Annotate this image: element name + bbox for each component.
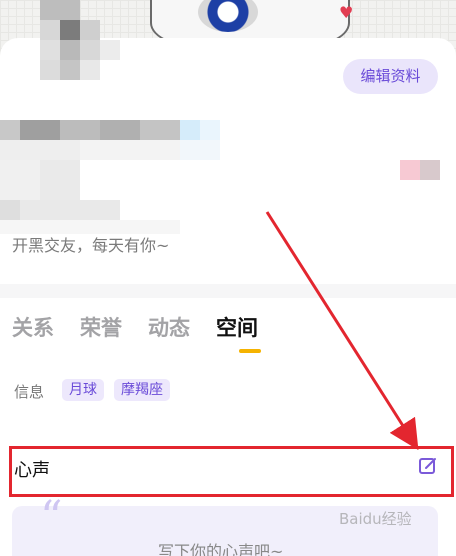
tab-moments[interactable]: 动态	[148, 312, 190, 342]
tab-space[interactable]: 空间	[216, 312, 258, 342]
quote-mark-icon: “	[40, 492, 63, 543]
annotation-highlight-box	[9, 446, 454, 497]
info-tag-zodiac: 摩羯座	[114, 379, 170, 401]
edit-profile-button[interactable]: 编辑资料	[343, 59, 438, 94]
profile-bio: 开黑交友，每天有你~	[12, 236, 170, 255]
info-label: 信息	[14, 383, 45, 401]
heart-icon: ♥	[339, 3, 354, 22]
tab-relations[interactable]: 关系	[12, 312, 54, 342]
active-tab-indicator	[239, 349, 261, 353]
voice-placeholder: 写下你的心声吧~	[158, 542, 284, 556]
tab-honors[interactable]: 荣誉	[80, 312, 122, 342]
watermark: Baidu经验	[339, 510, 412, 528]
info-tag-location: 月球	[62, 379, 104, 401]
profile-tabs: 关系 荣誉 动态 空间	[12, 312, 258, 342]
section-divider	[0, 284, 456, 298]
